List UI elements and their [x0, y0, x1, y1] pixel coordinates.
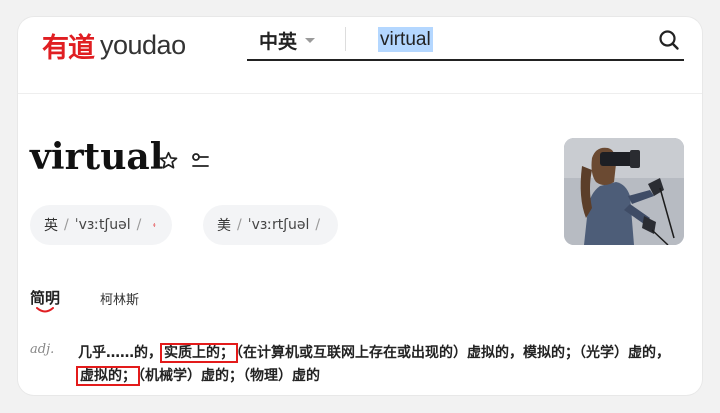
search-icon[interactable] — [658, 29, 680, 51]
search-divider — [345, 27, 346, 51]
slash: / — [136, 217, 142, 233]
star-icon[interactable] — [159, 151, 178, 170]
tab-collins[interactable]: 柯林斯 — [100, 289, 139, 308]
highlighted-definition-segment: 虚拟的； — [76, 366, 140, 386]
word-illustration-image — [564, 138, 684, 245]
logo-chinese-text: 有道 — [42, 32, 95, 64]
header-divider — [18, 93, 702, 94]
pronunciation-ipa: ˈvɜːtʃuəl — [74, 217, 131, 233]
definition-segment: 几乎……的， — [78, 345, 162, 361]
speaker-icon[interactable] — [153, 218, 158, 232]
definition-segment: （在计算机或互联网上存在或出现的）虚拟的，模拟的；（光学）虚的， — [236, 345, 670, 361]
slash: / — [315, 217, 321, 233]
chevron-down-icon — [305, 37, 316, 43]
search-input[interactable]: virtual — [378, 27, 433, 52]
slash: / — [64, 217, 69, 233]
tab-active-indicator — [36, 307, 54, 313]
definition-text: 几乎……的， 实质上的； （在计算机或互联网上存在或出现的）虚拟的，模拟的；（光学）… — [76, 342, 682, 388]
search-underline — [247, 59, 684, 61]
tab-concise[interactable]: 简明 — [30, 287, 60, 308]
definition-segment: （机械学）虚的；（物理）虚的 — [138, 368, 320, 384]
youdao-logo[interactable]: 有道 youdao — [42, 25, 186, 65]
pronunciation-us[interactable]: 美 / ˈvɜːrtʃuəl / — [203, 205, 338, 245]
logo-english-text: youdao — [100, 29, 186, 60]
pronunciation-uk[interactable]: 英 / ˈvɜːtʃuəl / — [30, 205, 172, 245]
language-selector[interactable]: 中英 — [259, 27, 316, 53]
pronunciation-region: 美 — [217, 218, 231, 234]
headword: virtual — [30, 136, 164, 178]
slash: / — [237, 217, 242, 233]
pronunciation-ipa: ˈvɜːrtʃuəl — [247, 217, 310, 233]
highlighted-definition-segment: 实质上的； — [160, 343, 238, 363]
pronunciation-region: 英 — [44, 218, 58, 234]
language-label: 中英 — [259, 30, 298, 53]
part-of-speech: adj. — [30, 342, 55, 357]
dictionary-card: 有道 youdao 中英 virtual virtual 英 / ˈvɜːtʃu… — [18, 17, 702, 395]
wordbook-icon[interactable] — [191, 152, 211, 170]
